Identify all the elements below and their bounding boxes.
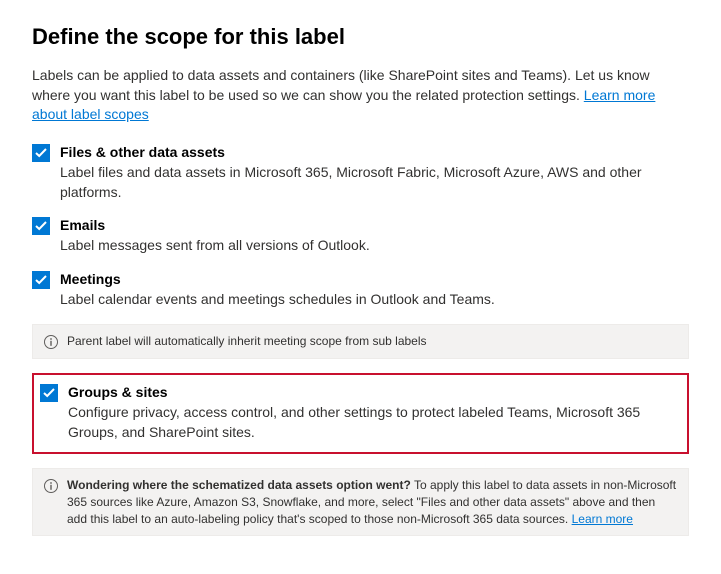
checkbox-groups[interactable]: [40, 384, 58, 402]
checkbox-emails[interactable]: [32, 217, 50, 235]
check-icon: [43, 387, 55, 399]
intro-text: Labels can be applied to data assets and…: [32, 66, 689, 125]
schematized-learn-more-link[interactable]: Learn more: [572, 512, 633, 526]
option-groups-desc: Configure privacy, access control, and o…: [68, 403, 681, 442]
inherit-info-banner: Parent label will automatically inherit …: [32, 324, 689, 359]
option-emails: Emails Label messages sent from all vers…: [32, 216, 689, 256]
inherit-info-text: Parent label will automatically inherit …: [67, 333, 427, 350]
option-groups-highlight: Groups & sites Configure privacy, access…: [32, 373, 689, 454]
page-title: Define the scope for this label: [32, 24, 689, 50]
intro-body: Labels can be applied to data assets and…: [32, 67, 650, 103]
option-groups-title: Groups & sites: [68, 383, 681, 401]
option-meetings: Meetings Label calendar events and meeti…: [32, 270, 689, 310]
check-icon: [35, 220, 47, 232]
schematized-info-text: Wondering where the schematized data ass…: [67, 477, 678, 527]
checkbox-files[interactable]: [32, 144, 50, 162]
schematized-info-strong: Wondering where the schematized data ass…: [67, 478, 411, 492]
schematized-info-banner: Wondering where the schematized data ass…: [32, 468, 689, 536]
checkbox-meetings[interactable]: [32, 271, 50, 289]
info-icon: [43, 334, 59, 350]
option-emails-desc: Label messages sent from all versions of…: [60, 236, 689, 256]
option-files-title: Files & other data assets: [60, 143, 689, 161]
option-emails-title: Emails: [60, 216, 689, 234]
check-icon: [35, 274, 47, 286]
option-files: Files & other data assets Label files an…: [32, 143, 689, 202]
option-files-desc: Label files and data assets in Microsoft…: [60, 163, 689, 202]
option-meetings-title: Meetings: [60, 270, 689, 288]
check-icon: [35, 147, 47, 159]
info-icon: [43, 478, 59, 494]
option-meetings-desc: Label calendar events and meetings sched…: [60, 290, 689, 310]
option-groups: Groups & sites Configure privacy, access…: [40, 383, 681, 442]
